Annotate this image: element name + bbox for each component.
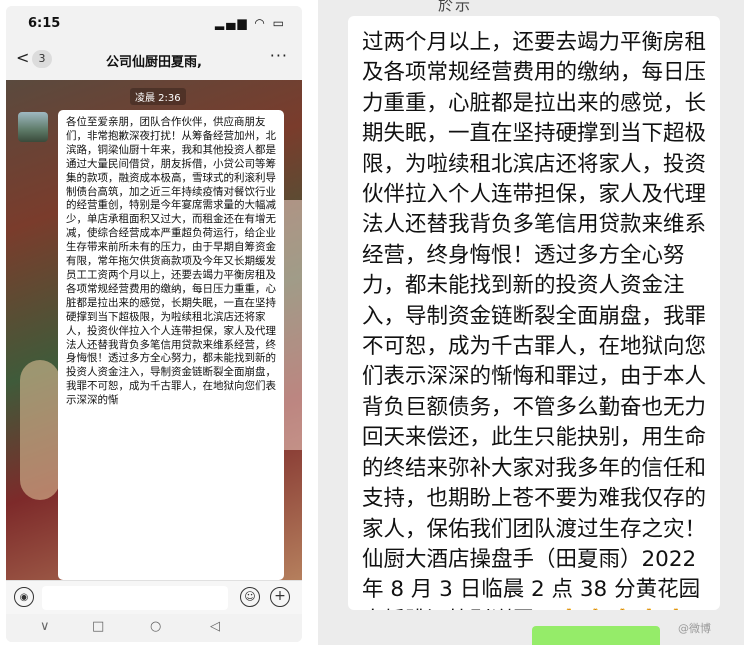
message-timestamp: 凌晨 2:36 (130, 88, 186, 105)
chevron-down-icon[interactable]: ∨ (40, 619, 50, 634)
zoomed-message-bubble[interactable]: 过两个月以上，还要去竭力平衡房租及各项常规经营费用的缴纳，每日压力重重，心脏都是… (348, 16, 720, 610)
zoomed-message-screenshot: 於示 过两个月以上，还要去竭力平衡房租及各项常规经营费用的缴纳，每日压力重重，心… (318, 0, 744, 645)
cropped-text: 於示 (438, 0, 473, 14)
signal-wifi-battery-icon: ▂▄▆ ◠ ▭ (214, 16, 286, 30)
input-bar: ◉ ☺ + (6, 580, 302, 615)
background-decoration (20, 360, 60, 500)
plus-icon[interactable]: + (270, 587, 290, 607)
sender-avatar[interactable] (18, 112, 48, 142)
chat-area[interactable]: 凌晨 2:36 各位至爱亲朋，团队合作伙伴，供应商朋友们，非常抱歉深夜打扰！从筹… (6, 80, 302, 580)
watermark: @微博 (678, 622, 711, 635)
recent-apps-icon[interactable]: □ (92, 619, 104, 634)
home-icon[interactable]: ○ (150, 619, 161, 634)
phone-screenshot: 6:15 ▂▄▆ ◠ ▭ < 3 公司仙厨田夏雨, ··· 凌晨 2:36 各位… (6, 6, 302, 642)
chat-header: < 3 公司仙厨田夏雨, ··· (6, 40, 302, 81)
status-bar: 6:15 ▂▄▆ ◠ ▭ (6, 6, 302, 40)
voice-input-icon[interactable]: ◉ (14, 587, 34, 607)
sent-message-bubble[interactable] (532, 626, 660, 645)
system-navigation-bar: ∨ □ ○ ◁ (6, 614, 302, 642)
back-icon[interactable]: ◁ (210, 619, 220, 634)
message-input[interactable] (42, 586, 228, 610)
chat-title: 公司仙厨田夏雨, (106, 55, 202, 70)
emoji-icon[interactable]: ☺ (240, 587, 260, 607)
message-bubble[interactable]: 各位至爱亲朋，团队合作伙伴，供应商朋友们，非常抱歉深夜打扰！从筹备经营加州，北滨… (58, 110, 284, 580)
status-time: 6:15 (28, 16, 61, 31)
more-options-icon[interactable]: ··· (270, 46, 288, 65)
